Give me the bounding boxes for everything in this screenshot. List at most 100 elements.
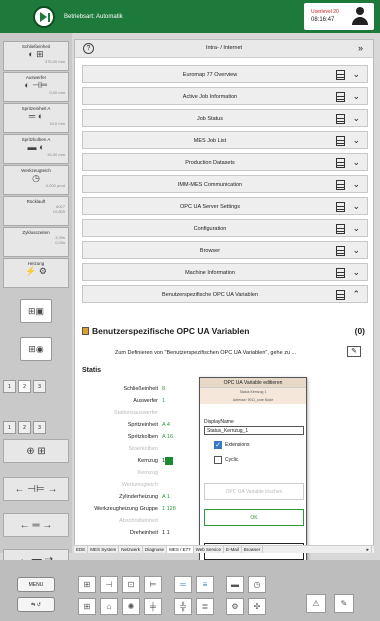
sidebar-panel-injection-unit[interactable]: Spritzeinheit A ═ ◐ 10,0 mm	[3, 103, 69, 133]
row-value: 1 1	[162, 530, 170, 536]
tab-mes-e77[interactable]: MES / E77	[167, 546, 194, 553]
list-item: Stoerkolben	[82, 446, 204, 456]
menu-button[interactable]: MENU	[17, 577, 55, 592]
robot-icon: ⊞◉	[28, 344, 44, 354]
display-name-input[interactable]: Status_Kernzug_1	[204, 426, 304, 435]
station-2-button[interactable]: 2	[18, 380, 31, 393]
row-label: Kernzug	[137, 470, 159, 476]
warning-icon[interactable]: ⚠	[306, 594, 326, 613]
sidebar-panel-return[interactable]: Rücklauft 6027 10,800	[3, 196, 69, 226]
sidebar-panel-title: Spritzeinheit A	[21, 106, 51, 111]
list-item[interactable]: Spritzeinheit A 4	[82, 422, 204, 432]
operating-mode-label: Betriebsart: Automatik	[64, 14, 123, 20]
list-icon	[336, 246, 345, 256]
station-1-button[interactable]: 1	[3, 421, 16, 434]
accordion-production-datasets[interactable]: Production Datasets ⌄	[82, 153, 368, 171]
list-item: Stationsauswerfer	[82, 410, 204, 420]
user-panel[interactable]: Userlevel 20 08:16:47	[304, 3, 374, 30]
heating-tool-icon[interactable]: ▬	[226, 576, 244, 593]
accordion-configuration[interactable]: Configuration ⌄	[82, 219, 368, 237]
sidebar-panel-injection-piston[interactable]: Spritzkolben A ▬ ◐ 33,00 mm	[3, 134, 69, 164]
settings-tool-icon[interactable]: ⚙	[226, 598, 244, 615]
accordion-browser[interactable]: Browser ⌄	[82, 241, 368, 259]
mold-open-close-button[interactable]: ⊕ ⊞	[3, 439, 69, 463]
sidebar-panel-cycle-times[interactable]: Zyklusszeiten 3,39s 0,00s	[3, 227, 69, 257]
list-item[interactable]: Schließeinheit 8	[82, 386, 204, 396]
accordion-custom-opc-ua-variables[interactable]: Benutzerspezifische OPC UA Variablen ⌃	[82, 285, 368, 303]
station-3-button[interactable]: 3	[33, 380, 46, 393]
sidebar-panel-clamp[interactable]: Schließeinheit ◐ ⊞ 375,00 mm	[3, 41, 69, 71]
tab-netzwerk[interactable]: Netzwerk	[119, 546, 144, 553]
quality-tool-icon[interactable]: ⌂	[100, 598, 118, 615]
ok-button[interactable]: OK	[204, 509, 304, 526]
station-3-button[interactable]: 3	[33, 421, 46, 434]
accordion-active-job[interactable]: Active Job Information ⌄	[82, 87, 368, 105]
screw-tool-icon[interactable]: ≣	[196, 598, 214, 615]
gauge-icon: ◷	[32, 173, 40, 183]
bottom-tab-bar: EDE MES System Netzwerk Diagnose MES / E77 We…	[74, 545, 374, 553]
collapse-all-icon[interactable]: »	[358, 43, 363, 53]
bottom-toolbar: MENU ⇆ ↺ ⊞ ⊣ ⊡ ⊨ ═ ≡ ▬ ◷ ⊞ ⌂ ✺ ╪ ╬ ≣ ⚙ ✣…	[0, 560, 380, 621]
extensions-checkbox[interactable]: ✓	[214, 441, 222, 449]
delete-variable-button[interactable]: OPC UA Variable löschen	[204, 483, 304, 500]
robot-button[interactable]: ⊞◉	[20, 337, 52, 361]
tab-web-service[interactable]: Web Service	[194, 546, 225, 553]
list-icon	[336, 114, 345, 124]
row-label: Zylinderheizung	[119, 494, 158, 500]
list-item[interactable]: Auswerfer 1	[82, 398, 204, 408]
sidebar-panel-title: Zyklusszeiten	[22, 230, 50, 235]
accordion-machine-information[interactable]: Machine Information ⌄	[82, 263, 368, 281]
cyclic-label: Cyclic	[225, 457, 239, 463]
sidebar-panel-heating[interactable]: Heizung ⚡ ⚙	[3, 258, 69, 288]
tab-ede[interactable]: EDE	[74, 546, 89, 553]
sidebar-panel-value: 0,000 prod	[45, 183, 65, 188]
timer-tool-icon[interactable]: ◷	[248, 576, 266, 593]
station-1-button[interactable]: 1	[3, 380, 16, 393]
dialog-subtitle: Status Kernzug 1	[200, 388, 306, 396]
cooling-tool-icon[interactable]: ╪	[144, 598, 162, 615]
accordion-imm-mes-communication[interactable]: IMM-MES Communication ⌄	[82, 175, 368, 193]
clock-time: 08:16:47	[311, 17, 335, 23]
list-item[interactable]: Spritzkolben A 16	[82, 434, 204, 444]
station-2-button[interactable]: 2	[18, 421, 31, 434]
vis-button[interactable]: ⊞▣	[20, 299, 52, 323]
accordion-euromap-overview[interactable]: Euromap 77 Overview ⌄	[82, 65, 368, 83]
injection-move-button[interactable]: ← ═ →	[3, 513, 69, 537]
clamp-tool-icon[interactable]: ⊞	[78, 576, 96, 593]
mold-tool-icon[interactable]: ⊡	[122, 576, 140, 593]
ejector-tool-icon[interactable]: ⊣	[100, 576, 118, 593]
ejector-move-button[interactable]: ← ⊣⊨ →	[3, 477, 69, 501]
nozzle-tool-icon[interactable]: ╬	[174, 598, 192, 615]
chevron-down-icon: ⌄	[352, 69, 360, 79]
panel-title: Intra- / Internet	[205, 45, 243, 51]
sidebar-panel-mold[interactable]: Werkzeugteich ◷ 0,000 prod	[3, 165, 69, 195]
injection-tool-icon[interactable]: ═	[174, 576, 192, 593]
sidebar-panel-ejector[interactable]: Auswerfer ◐ ⊣⊨ 0,00 mm	[3, 72, 69, 102]
edit-icon[interactable]: ✎	[347, 346, 361, 357]
handling-tool-icon[interactable]: ⊞	[78, 598, 96, 615]
tab-scroll-right-icon[interactable]: ▸	[364, 546, 372, 553]
row-label: Werkzeugteich	[121, 482, 158, 488]
acknowledge-icon[interactable]: ✎	[334, 594, 354, 613]
list-item[interactable]: Werkzeugheizung Gruppe 1 128	[82, 506, 204, 516]
list-item-selected[interactable]: Kernzug 1	[82, 457, 204, 468]
accordion-mes-job-list[interactable]: MES Job List ⌄	[82, 131, 368, 149]
tab-browser[interactable]: Browser	[242, 546, 264, 553]
accordion-job-status[interactable]: Job Status ⌄	[82, 109, 368, 127]
core-tool-icon[interactable]: ⊨	[144, 576, 162, 593]
cyclic-checkbox[interactable]	[214, 456, 222, 464]
undo-redo-button[interactable]: ⇆ ↺	[17, 597, 55, 612]
accordion-label: Browser	[199, 248, 221, 254]
tab-diagnose[interactable]: Diagnose	[143, 546, 168, 553]
visualization-icon: ⊞▣	[27, 306, 45, 316]
cycle-start-button[interactable]	[33, 6, 55, 28]
temperature-tool-icon[interactable]: ✺	[122, 598, 140, 615]
accordion-opc-ua-server-settings[interactable]: OPC UA Server Settings ⌄	[82, 197, 368, 215]
list-item[interactable]: Dreheinheit 1 1	[82, 530, 204, 540]
dosing-tool-icon[interactable]: ≡	[196, 576, 214, 593]
tab-mes-system[interactable]: MES System	[88, 546, 120, 553]
tab-email[interactable]: E-Mail	[224, 546, 242, 553]
list-item: Werkzeugteich	[82, 482, 204, 492]
list-item[interactable]: Zylinderheizung A 1	[82, 494, 204, 504]
network-tool-icon[interactable]: ✣	[248, 598, 266, 615]
